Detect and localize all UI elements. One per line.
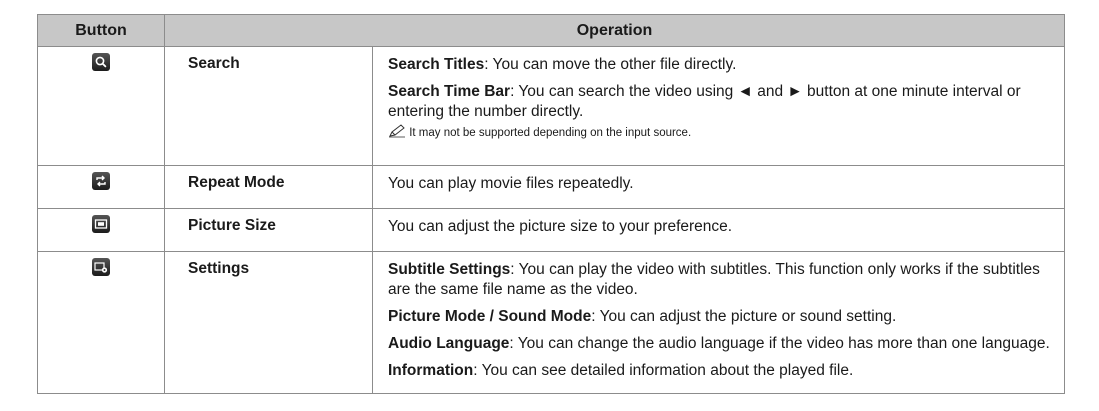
list-item: Audio Language: You can change the audio… bbox=[388, 334, 1054, 354]
button-name: Repeat Mode bbox=[164, 165, 373, 209]
button-name: Settings bbox=[164, 251, 373, 394]
list-item: Search Titles: You can move the other fi… bbox=[388, 55, 1054, 75]
item-text: : You can move the other file directly. bbox=[484, 56, 737, 73]
item-term: Picture Mode / Sound Mode bbox=[388, 308, 592, 325]
button-name: Picture Size bbox=[164, 208, 373, 252]
list-item: Information: You can see detailed inform… bbox=[388, 361, 1054, 381]
button-cell bbox=[37, 208, 165, 252]
list-item: Picture Mode / Sound Mode: You can adjus… bbox=[388, 307, 1054, 327]
note-pencil-icon bbox=[388, 124, 406, 142]
operation-description: Subtitle Settings: You can play the vide… bbox=[372, 251, 1065, 394]
list-item: Subtitle Settings: You can play the vide… bbox=[388, 260, 1054, 300]
settings-icon[interactable] bbox=[92, 258, 110, 276]
table-row: Settings Subtitle Settings: You can play… bbox=[37, 251, 1065, 394]
table-row: Repeat Mode You can play movie files rep… bbox=[37, 165, 1065, 209]
item-term: Audio Language bbox=[388, 335, 510, 352]
header-button: Button bbox=[37, 14, 165, 47]
picture-size-icon[interactable] bbox=[92, 215, 110, 233]
button-operation-table: Button Operation Search Search Titles: Y… bbox=[37, 14, 1065, 394]
button-cell bbox=[37, 165, 165, 209]
button-name: Search bbox=[164, 46, 373, 166]
list-item: Search Time Bar: You can search the vide… bbox=[388, 82, 1054, 122]
note-text: It may not be supported depending on the… bbox=[409, 127, 692, 139]
table-row: Search Search Titles: You can move the o… bbox=[37, 46, 1065, 166]
item-text: : You can change the audio language if t… bbox=[509, 335, 1050, 352]
button-cell bbox=[37, 46, 165, 166]
operation-description: You can play movie files repeatedly. bbox=[372, 165, 1065, 209]
item-text: : You can see detailed information about… bbox=[473, 362, 854, 379]
item-term: Information bbox=[388, 362, 474, 379]
operation-description: Search Titles: You can move the other fi… bbox=[372, 46, 1065, 166]
button-cell bbox=[37, 251, 165, 394]
item-text: : You can adjust the picture or sound se… bbox=[591, 308, 897, 325]
note: It may not be supported depending on the… bbox=[388, 124, 1054, 142]
header-operation: Operation bbox=[164, 14, 1065, 47]
item-term: Search Titles bbox=[388, 56, 485, 73]
item-term: Subtitle Settings bbox=[388, 261, 511, 278]
table-header-row: Button Operation bbox=[37, 14, 1065, 47]
repeat-icon[interactable] bbox=[92, 172, 110, 190]
search-icon[interactable] bbox=[92, 53, 110, 71]
item-term: Search Time Bar bbox=[388, 83, 511, 100]
table-row: Picture Size You can adjust the picture … bbox=[37, 208, 1065, 252]
operation-description: You can adjust the picture size to your … bbox=[372, 208, 1065, 252]
